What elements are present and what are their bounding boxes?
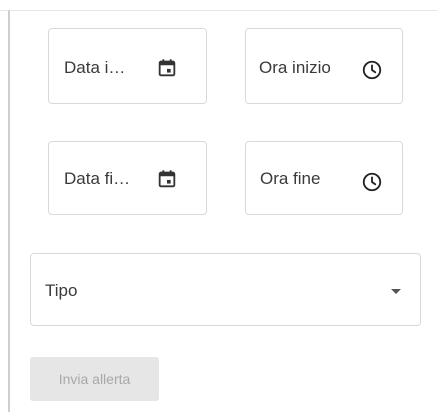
start-time-label: Ora inizio: [259, 58, 331, 77]
start-time-field[interactable]: Ora inizio: [245, 28, 403, 104]
type-select[interactable]: Tipo: [30, 253, 421, 326]
alert-form-panel: Data i… Ora inizio Data fi… Ora fine Tip…: [0, 0, 437, 412]
type-select-label: Tipo: [45, 281, 78, 300]
end-time-label: Ora fine: [260, 169, 321, 188]
start-date-label: Data i…: [64, 58, 126, 77]
clock-icon[interactable]: [360, 170, 384, 194]
calendar-icon[interactable]: [155, 56, 179, 80]
submit-alert-button[interactable]: Invia allerta: [30, 357, 159, 401]
start-date-field[interactable]: Data i…: [48, 28, 207, 104]
dropdown-arrow-icon[interactable]: [386, 281, 406, 301]
end-date-field[interactable]: Data fi…: [48, 141, 207, 215]
top-divider: [0, 10, 437, 11]
clock-icon[interactable]: [360, 58, 384, 82]
end-time-field[interactable]: Ora fine: [245, 141, 403, 215]
calendar-icon[interactable]: [155, 167, 179, 191]
left-border: [8, 10, 10, 412]
end-date-label: Data fi…: [64, 169, 131, 188]
